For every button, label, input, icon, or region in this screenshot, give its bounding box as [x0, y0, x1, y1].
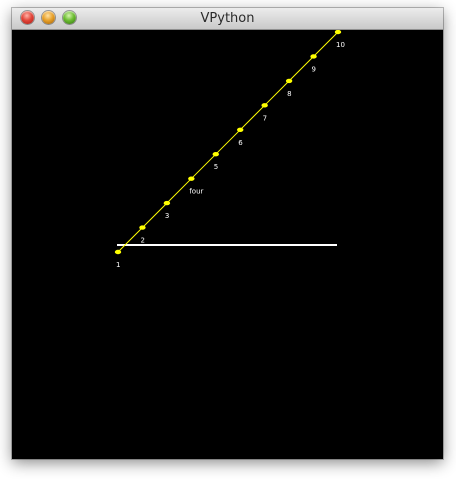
point-marker-3	[163, 200, 171, 206]
point-marker-1	[114, 249, 122, 255]
point-marker-4	[188, 176, 195, 181]
point-label-3: 3	[165, 212, 169, 220]
point-label-9: 9	[312, 65, 316, 73]
point-label-2: 2	[140, 237, 144, 245]
scene-svg: 1 2 3 four 5 6 7 8 9 10	[114, 29, 345, 269]
point-label-10: 10	[336, 41, 345, 49]
point-marker-6	[237, 127, 244, 132]
point-marker-10	[334, 29, 342, 35]
point-marker-7	[261, 103, 268, 108]
point-marker-2	[139, 225, 146, 230]
window-title: VPython	[200, 11, 255, 26]
labels-group: 1 2 3 four 5 6 7 8 9 10	[116, 41, 345, 269]
point-label-6: 6	[238, 139, 243, 147]
point-marker-8	[285, 78, 293, 84]
title-bar[interactable]: VPython	[12, 8, 443, 30]
point-label-7: 7	[263, 114, 267, 122]
vpython-window: VPython 1 2 3 four 5 6 7 8 9 10	[12, 8, 443, 459]
point-label-5: 5	[214, 163, 218, 171]
point-label-1: 1	[116, 261, 120, 269]
point-marker-5	[212, 152, 219, 157]
point-label-8: 8	[287, 90, 291, 98]
point-label-4: four	[189, 188, 203, 196]
scene-canvas[interactable]: 1 2 3 four 5 6 7 8 9 10	[12, 29, 443, 459]
curve-line	[117, 31, 339, 253]
point-marker-9	[310, 54, 317, 59]
